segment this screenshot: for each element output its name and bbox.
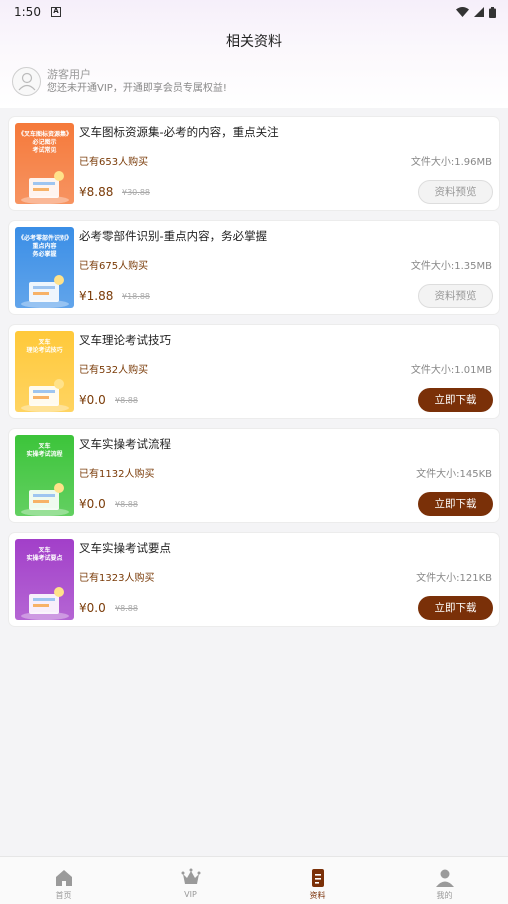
material-card[interactable]: 叉车 理论考试技巧 叉车理论考试技巧 已有532人购买 文件大小:1.01MB ¥0.0 ¥… xyxy=(9,325,499,418)
thumbnail-caption-line: 《必考零部件识别》 xyxy=(18,235,73,242)
person-icon xyxy=(435,869,454,887)
status-time: 1:50 xyxy=(14,5,41,19)
thumbnail-caption: 《叉车图标资源集》 必记图示 考试常见 xyxy=(15,123,74,155)
price: ¥8.88 xyxy=(79,185,114,199)
download-button[interactable]: 立即下载 xyxy=(418,596,493,620)
thumbnail-caption-line: 考试常见 xyxy=(32,147,57,154)
material-thumbnail: 叉车 实操考试要点 xyxy=(15,539,74,620)
material-title: 叉车实操考试要点 xyxy=(79,541,171,555)
price: ¥0.0 xyxy=(79,497,106,511)
material-card[interactable]: 《必考零部件识别》 重点内容 务必掌握 必考零部件识别-重点内容，务必掌握 已有675人… xyxy=(9,221,499,314)
bottom-tab-bar: 首页 VIP 资料 我的 xyxy=(0,856,508,904)
tab-crown[interactable]: VIP xyxy=(127,857,254,904)
illustration-icon xyxy=(21,275,69,308)
thumbnail-caption: 《必考零部件识别》 重点内容 务必掌握 xyxy=(15,227,74,259)
purchase-count: 已有1132人购买 xyxy=(79,469,155,480)
status-bar: 1:50 A xyxy=(0,0,508,24)
material-title: 叉车实操考试流程 xyxy=(79,437,171,451)
price: ¥1.88 xyxy=(79,289,114,303)
preview-button[interactable]: 资料预览 xyxy=(418,180,493,204)
original-price: ¥30.88 xyxy=(122,188,150,197)
home-icon xyxy=(55,870,72,886)
tab-label: VIP xyxy=(184,890,197,899)
vip-prompt: 您还未开通VIP，开通即享会员专属权益! xyxy=(47,82,227,94)
document-icon xyxy=(311,869,324,887)
download-button[interactable]: 立即下载 xyxy=(418,492,493,516)
tab-home[interactable]: 首页 xyxy=(0,857,127,904)
signal-icon xyxy=(474,7,484,17)
page-title: 相关资料 xyxy=(226,34,282,50)
thumbnail-caption-line: 叉车 xyxy=(38,339,51,346)
thumbnail-caption-line: 叉车 xyxy=(38,443,51,450)
material-title: 必考零部件识别-重点内容，务必掌握 xyxy=(79,229,268,243)
thumbnail-caption-line: 必记图示 xyxy=(32,139,57,146)
illustration-icon xyxy=(21,379,69,412)
material-thumbnail: 叉车 理论考试技巧 xyxy=(15,331,74,412)
tab-label: 我的 xyxy=(436,891,453,900)
material-card[interactable]: 叉车 实操考试要点 叉车实操考试要点 已有1323人购买 文件大小:121KB ¥0.0 ¥… xyxy=(9,533,499,626)
original-price: ¥8.88 xyxy=(115,396,138,405)
file-size: 文件大小:1.96MB xyxy=(410,157,492,168)
thumbnail-caption-line: 务必掌握 xyxy=(32,251,57,258)
tab-label: 首页 xyxy=(55,891,72,900)
illustration-icon xyxy=(21,483,69,516)
thumbnail-caption: 叉车 实操考试流程 xyxy=(15,435,74,459)
material-thumbnail: 《必考零部件识别》 重点内容 务必掌握 xyxy=(15,227,74,308)
tab-label: 资料 xyxy=(309,891,326,900)
price: ¥0.0 xyxy=(79,601,106,615)
purchase-count: 已有675人购买 xyxy=(79,261,149,272)
thumbnail-caption-line: 叉车 xyxy=(38,547,51,554)
preview-button[interactable]: 资料预览 xyxy=(418,284,493,308)
crown-icon xyxy=(181,868,200,884)
original-price: ¥8.88 xyxy=(115,604,138,613)
material-title: 叉车图标资源集-必考的内容，重点关注 xyxy=(79,125,279,139)
thumbnail-caption: 叉车 理论考试技巧 xyxy=(15,331,74,355)
thumbnail-caption: 叉车 实操考试要点 xyxy=(15,539,74,563)
purchase-count: 已有532人购买 xyxy=(79,365,149,376)
thumbnail-caption-line: 重点内容 xyxy=(32,243,57,250)
materials-list: 《叉车图标资源集》 必记图示 考试常见 叉车图标资源集-必考的内容，重点关注 已有653… xyxy=(9,117,499,637)
status-icons xyxy=(456,6,496,18)
user-avatar-icon xyxy=(18,72,35,91)
file-size: 文件大小:145KB xyxy=(416,469,492,480)
user-name: 游客用户 xyxy=(47,67,91,81)
material-thumbnail: 叉车 实操考试流程 xyxy=(15,435,74,516)
file-size: 文件大小:1.35MB xyxy=(410,261,492,272)
file-size: 文件大小:1.01MB xyxy=(410,365,492,376)
avatar[interactable] xyxy=(12,66,41,96)
file-size: 文件大小:121KB xyxy=(416,573,492,584)
price: ¥0.0 xyxy=(79,393,106,407)
thumbnail-caption-line: 《叉车图标资源集》 xyxy=(18,131,73,138)
thumbnail-caption-line: 理论考试技巧 xyxy=(26,347,63,354)
material-thumbnail: 《叉车图标资源集》 必记图示 考试常见 xyxy=(15,123,74,204)
tab-person[interactable]: 我的 xyxy=(381,857,508,904)
notification-icon: A xyxy=(50,7,61,17)
original-price: ¥8.88 xyxy=(115,500,138,509)
user-text: 游客用户 您还未开通VIP，开通即享会员专属权益! xyxy=(47,67,227,96)
tab-document[interactable]: 资料 xyxy=(254,857,381,904)
material-card[interactable]: 叉车 实操考试流程 叉车实操考试流程 已有1132人购买 文件大小:145KB ¥0.0 ¥… xyxy=(9,429,499,522)
user-info[interactable]: 游客用户 您还未开通VIP，开通即享会员专属权益! xyxy=(12,64,227,98)
material-card[interactable]: 《叉车图标资源集》 必记图示 考试常见 叉车图标资源集-必考的内容，重点关注 已有653… xyxy=(9,117,499,210)
illustration-icon xyxy=(21,171,69,204)
battery-icon xyxy=(489,6,496,18)
download-button[interactable]: 立即下载 xyxy=(418,388,493,412)
thumbnail-caption-line: 实操考试流程 xyxy=(26,451,63,458)
purchase-count: 已有653人购买 xyxy=(79,157,149,168)
illustration-icon xyxy=(21,587,69,620)
original-price: ¥18.88 xyxy=(122,292,150,301)
purchase-count: 已有1323人购买 xyxy=(79,573,155,584)
thumbnail-caption-line: 实操考试要点 xyxy=(26,555,63,562)
wifi-icon xyxy=(456,7,469,17)
material-title: 叉车理论考试技巧 xyxy=(79,333,171,347)
